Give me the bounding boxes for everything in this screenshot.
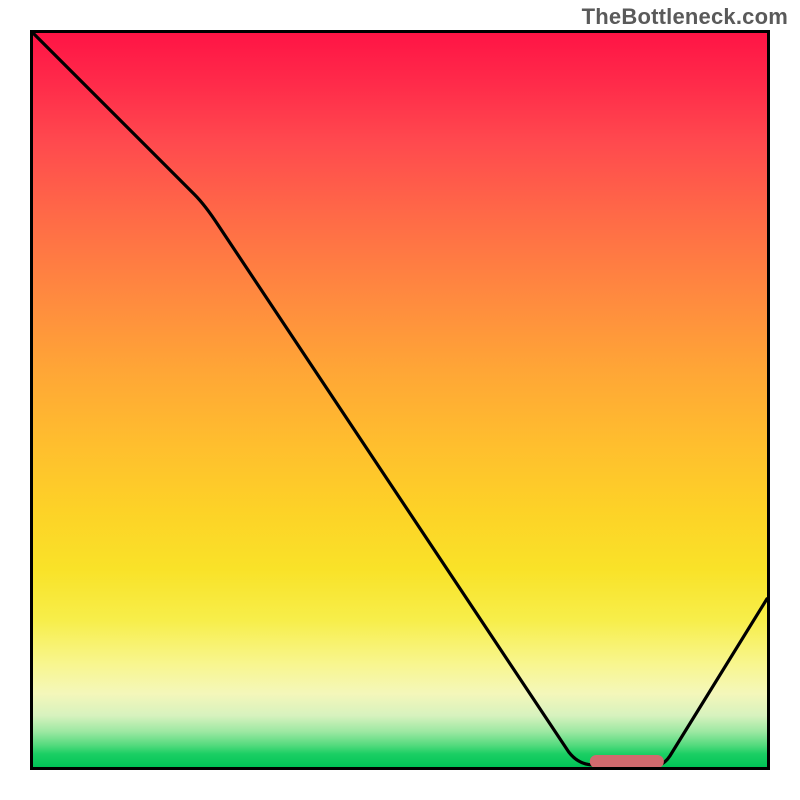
plot-area <box>30 30 770 770</box>
optimal-zone-marker <box>590 755 664 767</box>
curve-overlay <box>33 33 767 767</box>
chart-container: TheBottleneck.com <box>0 0 800 800</box>
watermark-text: TheBottleneck.com <box>582 4 788 30</box>
bottleneck-curve <box>33 33 767 765</box>
